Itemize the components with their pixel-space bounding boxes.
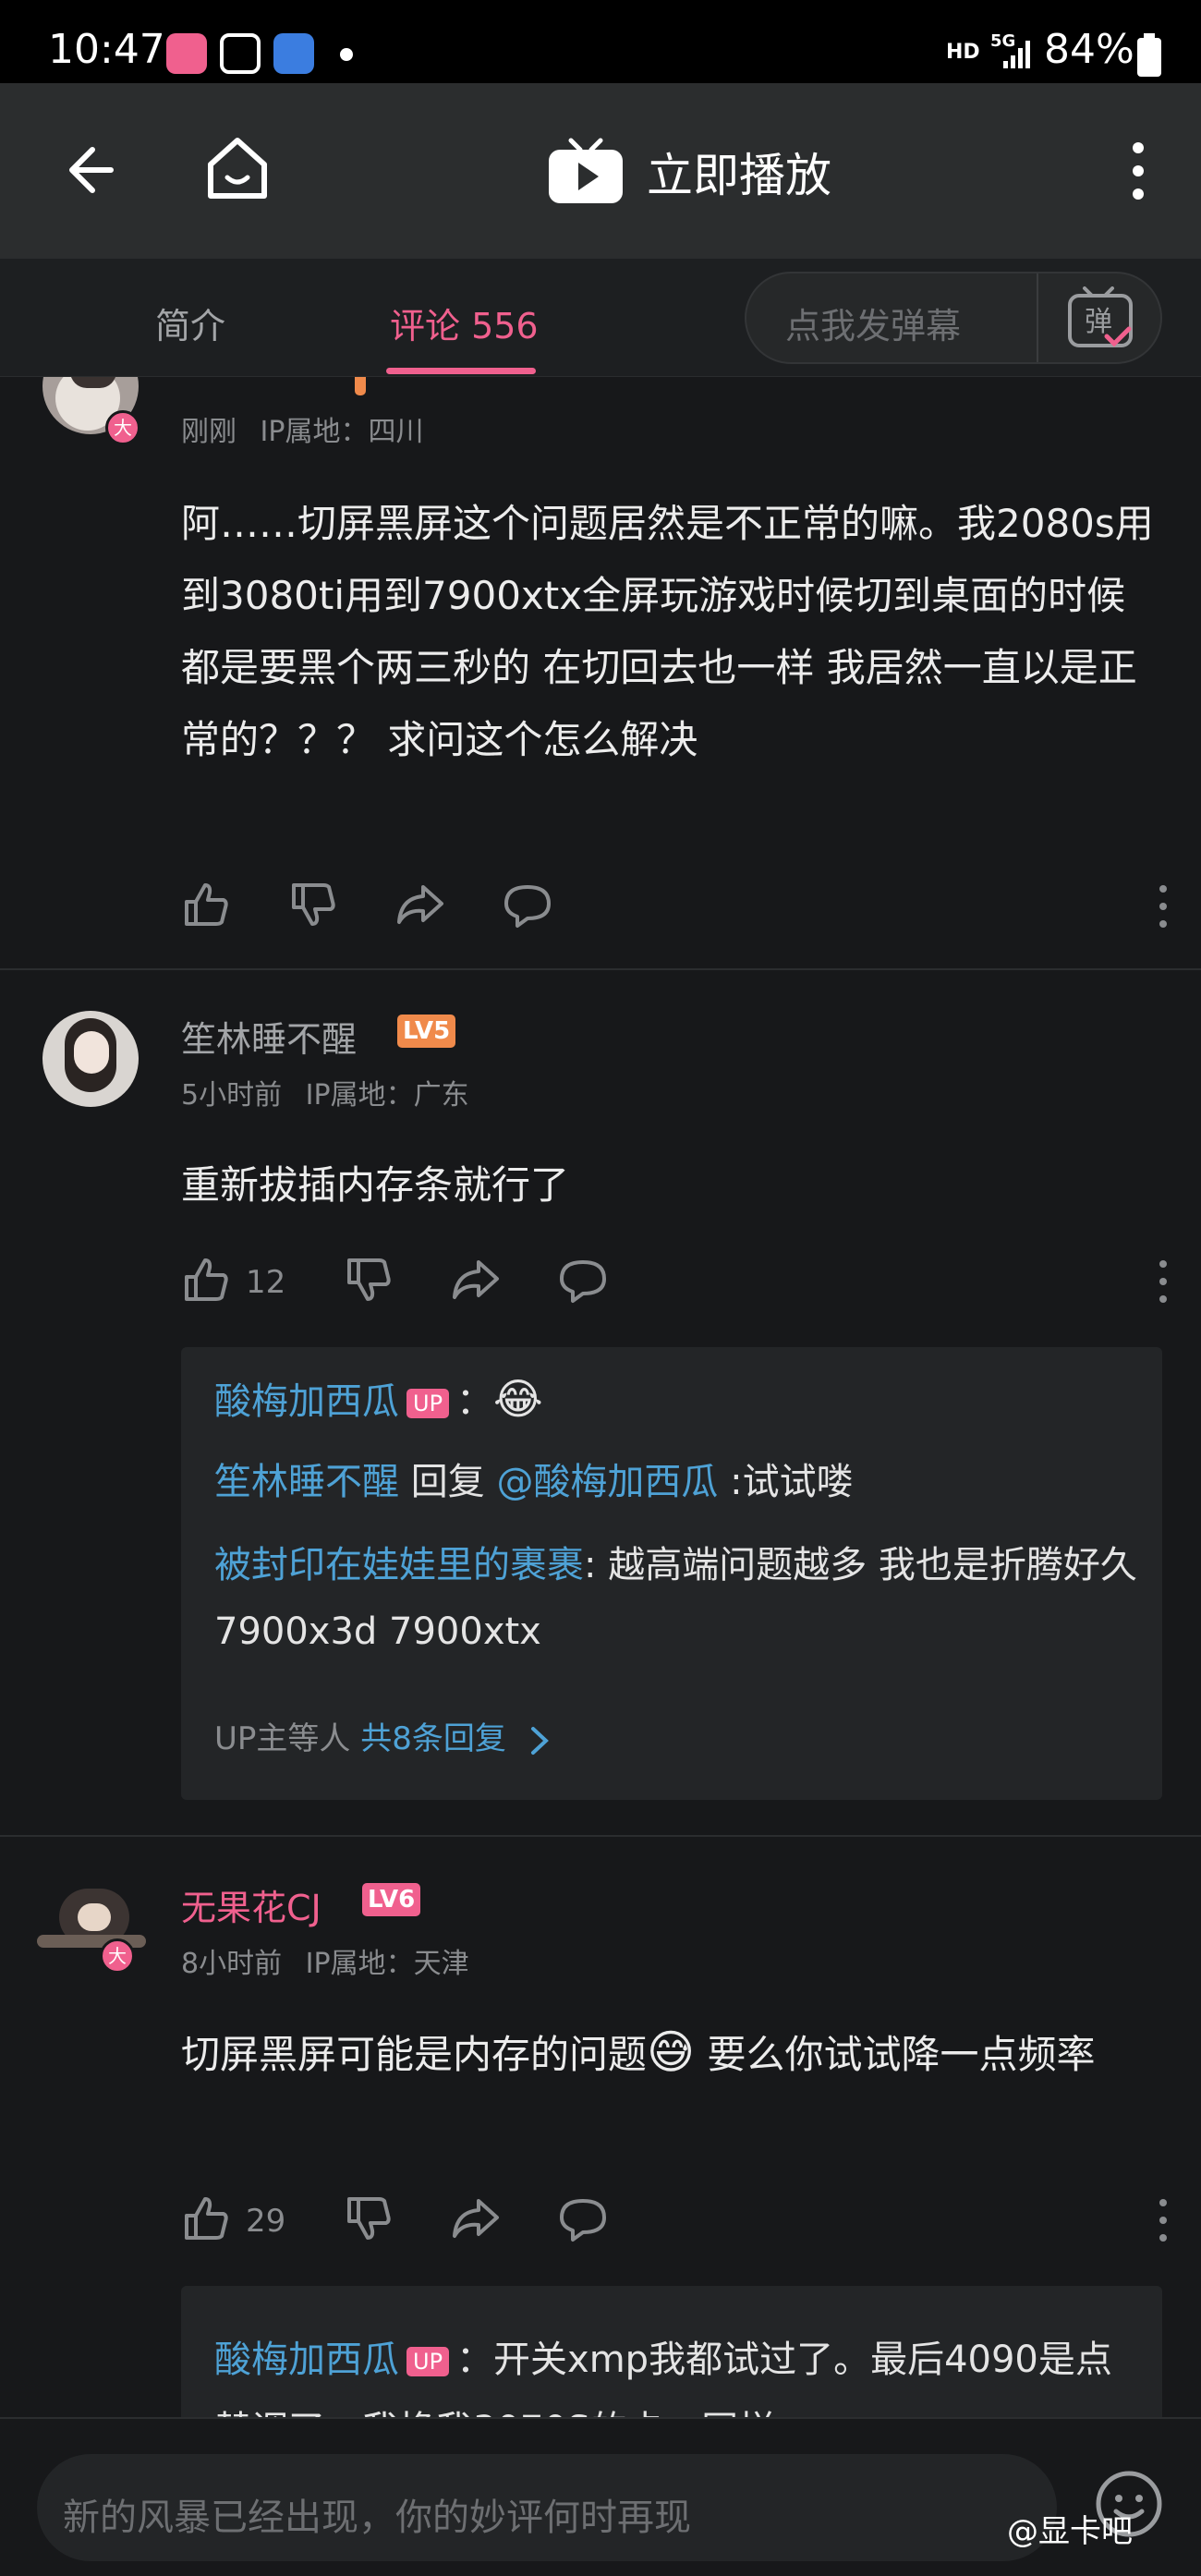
laugh-emoji: 😂 — [493, 1374, 543, 1424]
danmu-divider — [1037, 273, 1038, 362]
comment-ip: IP属地：广东 — [305, 1079, 469, 1112]
comment-divider — [0, 1835, 1201, 1837]
username[interactable]: 无果花CJ — [181, 1879, 321, 1930]
reply-username[interactable]: 酸梅加西瓜 — [214, 1380, 399, 1423]
back-arrow-icon[interactable] — [55, 137, 122, 203]
reply-username[interactable]: 笙林睡不醒 — [214, 1461, 399, 1503]
avatar[interactable] — [42, 1011, 139, 1107]
dislike-icon[interactable] — [288, 880, 338, 930]
comment-actions: 12 — [181, 1255, 1170, 1310]
reply-username[interactable]: 酸梅加西瓜 — [214, 2339, 399, 2381]
status-bar: 10:47 HD 5G 84% — [0, 0, 1201, 83]
reply-icon[interactable] — [558, 1255, 608, 1305]
more-vertical-icon[interactable] — [1131, 140, 1146, 201]
comment-ip: IP属地：天津 — [305, 1948, 469, 1980]
level-badge — [355, 377, 366, 395]
comment-time: 5小时前 — [181, 1079, 283, 1112]
comment-input-bar: 新的风暴已经出现，你的妙评何时再现 — [0, 2417, 1201, 2576]
reply-line: 酸梅加西瓜 UP ：😂 — [214, 1374, 543, 1424]
share-icon[interactable] — [451, 2193, 501, 2243]
comment-time: 刚刚 — [181, 416, 237, 448]
up-tag: UP — [406, 2347, 450, 2376]
level-badge: LV5 — [397, 1015, 456, 1048]
comment-list[interactable]: 大 刚刚 IP属地：四川 阿……切屏黑屏这个问题居然是不正常的嘛。我2080s用… — [0, 377, 1201, 2417]
dislike-icon[interactable] — [344, 1255, 394, 1305]
reply-line: 笙林睡不醒 回复 @酸梅加西瓜 :试试喽 — [214, 1461, 854, 1503]
bilibili-app-icon — [166, 33, 207, 74]
share-icon[interactable] — [451, 1255, 501, 1305]
tieba-watermark: @显卡吧 — [1007, 2513, 1133, 2550]
comment-divider — [0, 968, 1201, 970]
comment-more-icon[interactable] — [1157, 883, 1170, 930]
active-tab-indicator — [386, 368, 536, 374]
video-nav-bar: 立即播放 — [0, 83, 1201, 259]
detail-tabs: 简介 评论 556 点我发弹幕 弹 — [0, 259, 1201, 377]
comment-text: 阿……切屏黑屏这个问题居然是不正常的嘛。我2080s用到3080ti用到7900… — [181, 501, 1154, 762]
level-badge: LV6 — [362, 1883, 421, 1916]
like-count: 12 — [246, 1264, 286, 1301]
hd-indicator: HD — [946, 41, 980, 64]
reply-mention[interactable]: @酸梅加西瓜 — [496, 1461, 718, 1503]
tab-comments[interactable]: 评论 556 — [390, 298, 539, 348]
like-icon[interactable] — [181, 1255, 231, 1305]
danmu-icon-char: 弹 — [1085, 306, 1112, 338]
reply-username[interactable]: 被封印在娃娃里的裹裹 — [214, 1544, 584, 1586]
tab-intro[interactable]: 简介 — [155, 298, 225, 348]
reply-icon[interactable] — [503, 880, 552, 930]
like-count: 29 — [246, 2203, 286, 2240]
up-tag: UP — [406, 1389, 450, 1418]
comment-time: 8小时前 — [181, 1948, 283, 1980]
vip-badge: 大 — [105, 410, 140, 445]
reply-line: 被封印在娃娃里的裹裹: 越高端问题越多 我也是折腾好久 7900x3d 7900… — [214, 1544, 1137, 1653]
comment-meta: 8小时前 IP属地：天津 — [181, 1940, 469, 1981]
messenger-app-icon — [273, 33, 314, 74]
comment-meta: 刚刚 IP属地：四川 — [181, 408, 424, 449]
reply-line: 酸梅加西瓜UP：开关xmp我都试过了。最后4090是点替调了，我换我3070S的… — [214, 2339, 1112, 2417]
like-icon[interactable] — [181, 880, 231, 930]
sweat-emoji: 😅 — [647, 2025, 696, 2079]
more-replies-link[interactable]: UP主等人 共8条回复 — [214, 1713, 553, 1758]
home-icon[interactable] — [201, 131, 273, 203]
danmu-placeholder: 点我发弹幕 — [785, 306, 962, 346]
vip-badge: 大 — [100, 1938, 135, 1974]
comment-input-placeholder: 新的风暴已经出现，你的妙评何时再现 — [63, 2497, 691, 2539]
play-tv-icon[interactable] — [547, 137, 625, 205]
notification-dot-icon — [340, 48, 353, 61]
comment-more-icon[interactable] — [1157, 2197, 1170, 2243]
play-now-label[interactable]: 立即播放 — [647, 139, 831, 205]
chevron-right-icon — [530, 1726, 549, 1755]
comment-actions: 29 — [181, 2193, 1170, 2249]
status-time: 10:47 — [48, 26, 165, 73]
comment-input[interactable]: 新的风暴已经出现，你的妙评何时再现 — [37, 2454, 1057, 2561]
battery-percent: 84% — [1044, 26, 1134, 73]
dislike-icon[interactable] — [344, 2193, 394, 2243]
share-icon[interactable] — [395, 880, 445, 930]
comment-text: 重新拔插内存条就行了 — [181, 1162, 570, 1208]
battery-icon — [1137, 33, 1161, 77]
signal-icon — [1003, 41, 1030, 68]
reply-preview-box[interactable]: 酸梅加西瓜UP：开关xmp我都试过了。最后4090是点替调了，我换我3070S的… — [181, 2286, 1162, 2417]
danmu-input[interactable]: 点我发弹幕 弹 — [745, 272, 1162, 364]
like-icon[interactable] — [181, 2193, 231, 2243]
comment-more-icon[interactable] — [1157, 1258, 1170, 1305]
comment-text: 切屏黑屏可能是内存的问题😅 要么你试试降一点频率 — [181, 2025, 1096, 2079]
gallery-app-icon — [220, 33, 261, 74]
reply-preview-box[interactable]: 酸梅加西瓜 UP ：😂 笙林睡不醒 回复 @酸梅加西瓜 :试试喽 被封印在娃娃里的裹… — [181, 1347, 1162, 1800]
reply-icon[interactable] — [558, 2193, 608, 2243]
username[interactable]: 笙林睡不醒 — [181, 1011, 357, 1062]
comment-ip: IP属地：四川 — [260, 416, 424, 448]
comment-actions — [181, 880, 1170, 935]
danmu-toggle-icon[interactable]: 弹 — [1064, 286, 1136, 351]
comment-meta: 5小时前 IP属地：广东 — [181, 1072, 469, 1112]
